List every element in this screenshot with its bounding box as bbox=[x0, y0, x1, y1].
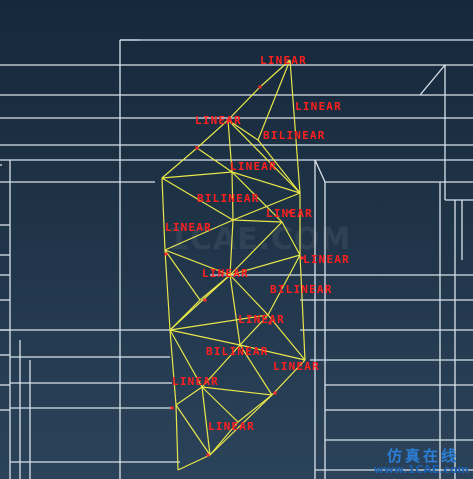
mesh-node-marker bbox=[203, 298, 207, 302]
mesh-element-edge bbox=[161, 177, 166, 251]
element-type-label: LINEAR bbox=[303, 253, 350, 266]
wireframe-edge bbox=[314, 159, 326, 183]
mesh-node-marker bbox=[195, 146, 199, 150]
mesh-element-edge bbox=[169, 329, 241, 346]
mesh-element-edge bbox=[177, 454, 211, 471]
mesh-element-edge bbox=[161, 171, 233, 179]
mesh-element-edge bbox=[299, 254, 306, 361]
element-type-label: LINEAR bbox=[273, 360, 320, 373]
mesh-element-edge bbox=[237, 394, 273, 423]
element-type-label: LINEAR bbox=[266, 207, 313, 220]
element-type-label: LINEAR bbox=[195, 114, 242, 127]
element-type-label: LINEAR bbox=[172, 375, 219, 388]
mesh-node-marker bbox=[273, 391, 277, 395]
element-type-label: LINEAR bbox=[202, 267, 249, 280]
site-logo: 仿真在线 www.1CAE.com bbox=[353, 443, 473, 479]
mesh-element-edge bbox=[201, 386, 273, 396]
mesh-element-edge bbox=[229, 274, 241, 346]
mesh-element-edge bbox=[257, 59, 291, 141]
mesh-element-edge bbox=[175, 404, 179, 471]
mesh-element-edge bbox=[289, 59, 301, 194]
element-type-label: BILINEAR bbox=[270, 283, 333, 296]
mesh-element-edge bbox=[169, 329, 177, 406]
mesh-element-edge bbox=[175, 386, 203, 406]
element-type-label: BILINEAR bbox=[206, 345, 269, 358]
mesh-element-edge bbox=[164, 249, 201, 301]
element-type-label: BILINEAR bbox=[263, 129, 326, 142]
mesh-element-edge bbox=[164, 249, 171, 331]
element-type-label: LINEAR bbox=[260, 54, 307, 67]
element-type-label: LINEAR bbox=[230, 160, 277, 173]
solid-wireframe bbox=[0, 39, 473, 479]
mesh-element-edge bbox=[229, 274, 269, 316]
mesh-node-marker bbox=[258, 85, 262, 89]
element-type-label: LINEAR bbox=[165, 221, 212, 234]
mesh-node-marker bbox=[170, 406, 174, 410]
element-type-label: LINEAR bbox=[295, 100, 342, 113]
element-type-label: LINEAR bbox=[208, 420, 255, 433]
element-type-label: LINEAR bbox=[238, 313, 285, 326]
mesh-element-edge bbox=[201, 386, 239, 423]
mesh-element-edge bbox=[161, 147, 198, 179]
logo-url-text: www.1CAE.com bbox=[373, 463, 469, 476]
mesh-node-marker bbox=[206, 453, 210, 457]
3d-viewport[interactable]: 1CAE.COM LINEAR LINEAR LINEAR BILINEAR LINEA… bbox=[0, 0, 473, 479]
element-type-label: BILINEAR bbox=[197, 192, 260, 205]
wireframe-edge bbox=[419, 64, 446, 96]
